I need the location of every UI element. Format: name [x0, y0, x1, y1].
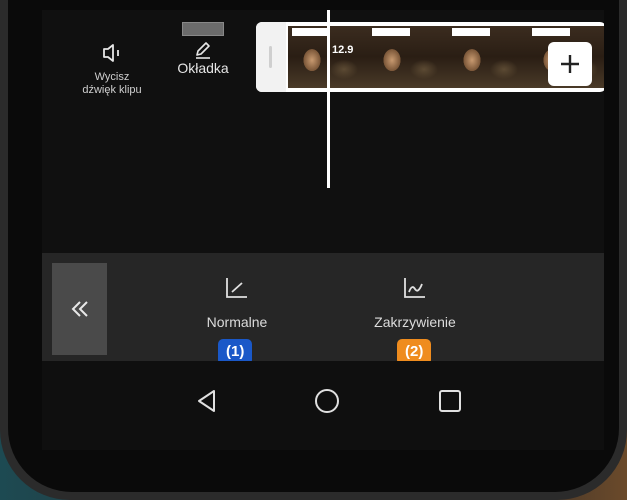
android-nav-bar [42, 361, 604, 450]
speed-curve-icon [404, 278, 425, 298]
add-clip-button[interactable] [548, 42, 592, 86]
tool-curve-label: Zakrzywienie [374, 314, 456, 330]
home-circle-icon[interactable] [307, 381, 347, 421]
clip-timeline[interactable]: 12.9 [256, 22, 604, 92]
collapse-toolbar-button[interactable] [52, 263, 107, 355]
tool-normal-speed[interactable]: Normalne [172, 275, 302, 330]
double-chevron-left-icon [71, 301, 88, 317]
speaker-icon [103, 44, 119, 62]
plus-icon [561, 55, 579, 73]
recents-square-icon[interactable] [430, 381, 470, 421]
pencil-icon [196, 42, 210, 59]
clip-trim-handle[interactable] [256, 22, 286, 92]
cover-thumbnail [182, 22, 224, 36]
cover-button[interactable]: Okładka [170, 22, 236, 92]
speed-toolbar: Normalne Zakrzywienie (1) (2) [42, 253, 604, 365]
frame-caption [452, 28, 490, 36]
mute-label-line1: Wycisz [94, 71, 130, 83]
phone-bezel: Wycisz dźwięk klipu Okładka 12.9 Normaln… [8, 0, 619, 492]
mute-clip-button[interactable]: Wycisz dźwięk klipu [72, 32, 152, 97]
handle-grip [269, 46, 272, 68]
frame-caption [292, 28, 330, 36]
speed-normal-icon [226, 278, 247, 298]
cover-label: Okładka [177, 60, 229, 76]
frame-caption [372, 28, 410, 36]
video-editor-area: Wycisz dźwięk klipu Okładka 12.9 [42, 10, 604, 253]
back-triangle-icon[interactable] [187, 381, 227, 421]
tool-normal-label: Normalne [206, 314, 268, 330]
playhead-line[interactable] [327, 10, 330, 188]
tool-curve-speed[interactable]: Zakrzywienie [350, 275, 480, 330]
mute-label-line2: dźwięk klipu [82, 84, 142, 96]
frame-caption [532, 28, 570, 36]
clip-time-label: 12.9 [332, 44, 354, 56]
phone-frame: Wycisz dźwięk klipu Okładka 12.9 Normaln… [0, 0, 627, 500]
app-screen: Wycisz dźwięk klipu Okładka 12.9 Normaln… [42, 10, 604, 450]
